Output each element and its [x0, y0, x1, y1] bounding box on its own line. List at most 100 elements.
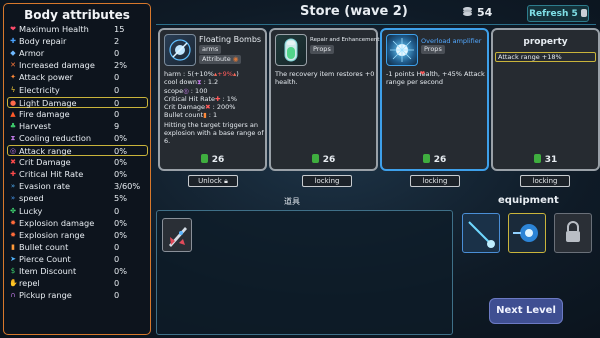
- header-divider: [156, 24, 596, 25]
- locking-button-3[interactable]: locking: [410, 175, 460, 187]
- pierce-icon: ➤: [10, 254, 16, 263]
- repel-icon: ✋: [9, 279, 18, 288]
- attribute-name: Harvest: [19, 120, 51, 131]
- fire-icon: ▲: [10, 109, 16, 118]
- card-description: The recovery item restores +0 health.: [275, 70, 375, 86]
- equipment-slot-locked[interactable]: [554, 213, 592, 253]
- attribute-row[interactable]: ∩ Pickup range 0: [9, 290, 147, 301]
- attribute-row[interactable]: ✸ Explosion range 0%: [9, 230, 147, 241]
- attribute-name: Crit Damage: [19, 157, 71, 168]
- attribute-row[interactable]: ✤ Lucky 0: [9, 206, 147, 217]
- cash-icon: [422, 154, 430, 163]
- attribute-row[interactable]: ✋ repel 0: [9, 278, 147, 289]
- card-category: Props: [310, 45, 334, 54]
- attribute-name: Increased damage: [19, 60, 95, 71]
- stat-crit-damage: Crit Damage✖ : 200%: [164, 103, 236, 112]
- speed-icon: »: [10, 194, 16, 203]
- attribute-value: 0: [114, 108, 120, 119]
- attribute-row[interactable]: ✕ Increased damage 2%: [9, 60, 147, 71]
- attribute-row[interactable]: $ Item Discount 0%: [9, 266, 147, 277]
- attribute-row[interactable]: ♣ Harvest 9: [9, 121, 147, 132]
- card-category: arms: [199, 45, 222, 54]
- attribute-value: 3/60%: [114, 181, 141, 192]
- lightning-icon: ϟ: [10, 85, 16, 94]
- attribute-row[interactable]: ❤ Maximum Health 15: [9, 24, 147, 35]
- store-card-property[interactable]: property Attack range +18% 31: [491, 28, 600, 171]
- card-title: Overload amplifier: [421, 37, 482, 45]
- attribute-name: Evasion rate: [19, 181, 71, 192]
- attack-icon: ✦: [10, 73, 16, 82]
- heart-icon: ❤: [10, 25, 16, 33]
- stat-crit-rate: Critical Hit Rate✚ : 1%: [164, 94, 238, 103]
- attribute-row[interactable]: ✸ Explosion damage 0%: [9, 218, 147, 229]
- attribute-value: 0%: [114, 266, 127, 276]
- attribute-row[interactable]: ✦ Attack power 0: [9, 72, 147, 83]
- cash-icon: [200, 154, 208, 163]
- attribute-row[interactable]: ● Light Damage 0: [7, 96, 148, 108]
- attribute-row[interactable]: ◎ Attack range 0%: [7, 145, 148, 156]
- attribute-row[interactable]: ▲ Fire damage 0: [9, 109, 147, 120]
- equipment-slot-amplifier[interactable]: [508, 213, 546, 253]
- attribute-row[interactable]: ϟ Electricity 0: [9, 85, 147, 96]
- attribute-tag-label: Attribute: [202, 55, 231, 63]
- stat-harm: harm : 5(+10%▴+9%▴): [164, 70, 239, 78]
- attribute-value: 15: [114, 24, 125, 34]
- attribute-row[interactable]: ◆ Armor 0: [9, 48, 147, 59]
- attribute-row[interactable]: ✚ Critical Hit Rate 0%: [9, 169, 147, 180]
- attribute-name: Pickup range: [19, 290, 72, 301]
- coins-icon: [463, 7, 472, 16]
- equipment-slot-laser[interactable]: [462, 213, 500, 253]
- attribute-row[interactable]: ➤ Pierce Count 0: [9, 254, 147, 265]
- attribute-name: Pierce Count: [19, 253, 71, 264]
- refresh-coin-icon: [580, 9, 587, 17]
- items-panel: [156, 210, 453, 335]
- next-level-button[interactable]: Next Level: [489, 298, 563, 324]
- attribute-row[interactable]: ⧗ Cooling reduction 0%: [9, 133, 147, 144]
- attribute-row[interactable]: » Evasion rate 3/60%: [9, 181, 147, 192]
- attribute-name: Armor: [19, 48, 45, 59]
- card-price: 26: [160, 154, 265, 165]
- attribute-name: Body repair: [19, 36, 67, 47]
- attribute-name: Bullet count: [19, 241, 69, 252]
- light-icon: ●: [9, 98, 17, 107]
- attribute-value: 0: [114, 253, 120, 264]
- attribute-row[interactable]: ✖ Crit Damage 0%: [9, 157, 147, 168]
- attribute-name: Lucky: [19, 205, 43, 216]
- bullet-icon: ▮: [11, 242, 15, 251]
- attribute-name: Critical Hit Rate: [19, 169, 84, 180]
- store-title: Store (wave 2): [300, 4, 408, 19]
- store-card-overload-amplifier[interactable]: Overload amplifier Props -1 points Healt…: [380, 28, 489, 171]
- card-title: property: [523, 37, 568, 47]
- store-card-repair[interactable]: Repair and Enhancement Props The recover…: [269, 28, 380, 171]
- item-slot-spaceship[interactable]: [162, 218, 192, 252]
- attribute-name: Cooling reduction: [19, 132, 92, 143]
- refresh-button[interactable]: Refresh 5: [527, 5, 589, 22]
- attribute-name: Item Discount: [19, 266, 77, 276]
- attribute-value: 0: [114, 84, 120, 95]
- store-card-floating-bombs[interactable]: Floating Bombs arms Attribute ◉ harm : 5…: [158, 28, 267, 171]
- attribute-name: Maximum Health: [19, 24, 89, 34]
- explosion-range-icon: ✸: [10, 230, 16, 239]
- floating-bombs-icon: [164, 34, 196, 66]
- attribute-row[interactable]: ✚ Body repair 2: [9, 36, 147, 47]
- card-description: Hitting the target triggers an explosion…: [164, 121, 264, 145]
- attribute-value: 0: [114, 97, 120, 108]
- shield-icon: ◆: [10, 49, 16, 58]
- attribute-row[interactable]: ▮ Bullet count 0: [9, 242, 147, 253]
- attribute-name: Fire damage: [19, 108, 70, 119]
- amplifier-icon: [513, 224, 538, 242]
- attribute-value: 0: [114, 241, 120, 252]
- card-price: 26: [271, 154, 376, 165]
- attribute-tag[interactable]: Attribute ◉: [199, 55, 242, 64]
- locking-button-2[interactable]: locking: [302, 175, 352, 187]
- card-stats: harm : 5(+10%▴+9%▴) cool down⧗ : 1.2 sco…: [164, 70, 264, 120]
- attribute-row[interactable]: » speed 5%: [9, 193, 147, 204]
- repair-capsule-icon: [275, 34, 307, 66]
- refresh-label: Refresh: [529, 9, 569, 19]
- unlock-button[interactable]: Unlock 🔒︎: [188, 175, 238, 187]
- locking-button-4[interactable]: locking: [520, 175, 570, 187]
- attribute-name: Electricity: [19, 84, 60, 95]
- attribute-value: 2%: [114, 60, 127, 71]
- attribute-name: speed: [19, 193, 44, 204]
- harvest-icon: ♣: [9, 121, 17, 130]
